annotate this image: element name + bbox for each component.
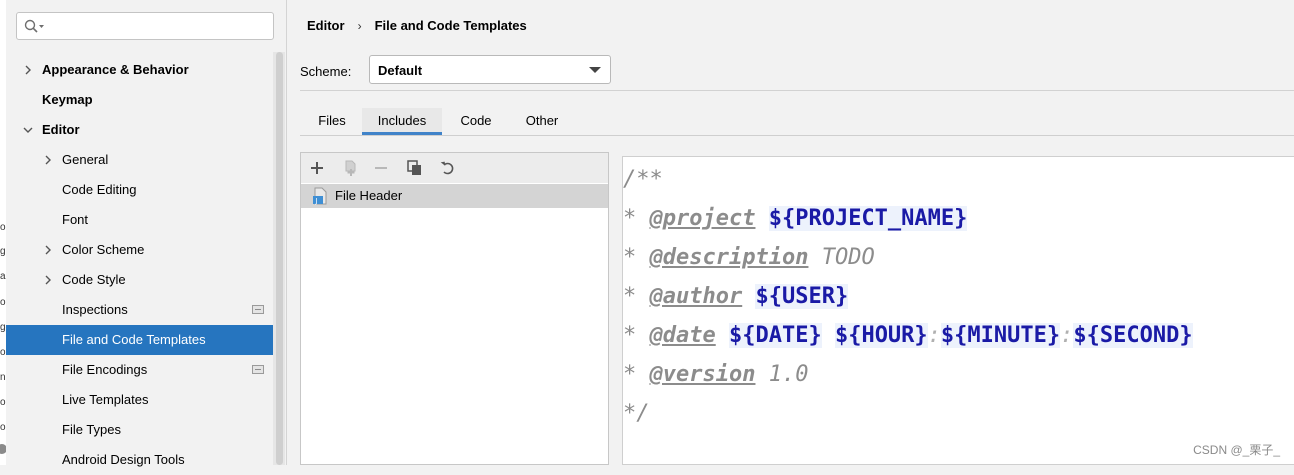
chevron-down-icon[interactable] bbox=[22, 115, 34, 145]
scheme-value: Default bbox=[378, 63, 423, 78]
tab-other[interactable]: Other bbox=[512, 108, 572, 135]
sidebar-scrollbar-thumb[interactable] bbox=[276, 52, 283, 465]
sidebar-item-file-encodings[interactable]: File Encodings bbox=[6, 355, 273, 385]
sidebar-item-label: Color Scheme bbox=[62, 242, 145, 257]
sidebar-item-label: General bbox=[62, 152, 109, 167]
sidebar-item-appearance-behavior[interactable]: Appearance & Behavior bbox=[6, 55, 273, 85]
tab-includes[interactable]: Includes bbox=[362, 108, 442, 135]
watermark: CSDN @_栗子_ bbox=[1193, 443, 1280, 457]
sidebar-scrollbar[interactable] bbox=[273, 52, 285, 465]
version-tag: @version bbox=[649, 362, 756, 387]
list-item-label: File Header bbox=[335, 188, 403, 203]
sidebar-item-label: Live Templates bbox=[62, 392, 149, 407]
sidebar-item-keymap[interactable]: Keymap bbox=[6, 85, 273, 115]
sidebar-item-label: Android Design Tools bbox=[62, 452, 185, 467]
project-scope-icon bbox=[252, 365, 264, 374]
sidebar-item-label: Code Style bbox=[62, 272, 126, 287]
sidebar-item-file-and-code-templates[interactable]: File and Code Templates bbox=[6, 325, 273, 355]
author-tag: @author bbox=[649, 284, 743, 309]
sidebar-item-label: File Types bbox=[62, 422, 122, 437]
comment-open: /** bbox=[623, 167, 663, 192]
chevron-right-icon[interactable] bbox=[42, 145, 54, 175]
svg-text:J: J bbox=[315, 197, 318, 205]
sidebar-item-android-design-tools[interactable]: Android Design Tools bbox=[6, 445, 273, 475]
scheme-dropdown[interactable]: Default bbox=[369, 55, 611, 84]
dropdown-arrow-icon bbox=[589, 67, 601, 73]
sidebar-item-label: File and Code Templates bbox=[62, 332, 206, 347]
divider bbox=[300, 90, 1294, 91]
time-separator: : bbox=[1060, 323, 1074, 348]
chevron-right-icon[interactable] bbox=[42, 235, 54, 265]
time-separator: : bbox=[927, 323, 941, 348]
tab-code[interactable]: Code bbox=[450, 108, 502, 135]
add-icon[interactable] bbox=[307, 158, 327, 178]
chevron-right-icon[interactable] bbox=[22, 55, 34, 85]
description-tag: @description bbox=[649, 245, 809, 270]
sidebar-item-label: Keymap bbox=[42, 92, 93, 107]
date-tag: @date bbox=[649, 323, 716, 348]
sidebar-item-inspections[interactable]: Inspections bbox=[6, 295, 273, 325]
remove-icon[interactable] bbox=[371, 158, 391, 178]
comment-close: */ bbox=[623, 401, 650, 426]
project-tag: @project bbox=[649, 206, 756, 231]
comment-star: * bbox=[623, 245, 637, 270]
sidebar-item-label: Inspections bbox=[62, 302, 128, 317]
list-item[interactable]: J File Header bbox=[301, 184, 608, 208]
search-icon bbox=[24, 19, 44, 33]
breadcrumb-parent[interactable]: Editor bbox=[307, 18, 345, 33]
sidebar-item-label: Font bbox=[62, 212, 89, 227]
comment-star: * bbox=[623, 362, 637, 387]
comment-star: * bbox=[623, 323, 637, 348]
project-scope-icon bbox=[252, 305, 264, 314]
settings-tree: Appearance & Behavior Keymap Editor General… bbox=[6, 55, 273, 475]
sidebar-item-color-scheme[interactable]: Color Scheme bbox=[6, 235, 273, 265]
minute-variable: ${MINUTE} bbox=[940, 323, 1061, 348]
scheme-label: Scheme: bbox=[300, 64, 352, 79]
sidebar-item-live-templates[interactable]: Live Templates bbox=[6, 385, 273, 415]
sidebar-item-code-style[interactable]: Code Style bbox=[6, 265, 273, 295]
breadcrumb: Editor › File and Code Templates bbox=[307, 18, 527, 33]
java-file-icon: J bbox=[313, 187, 327, 205]
settings-sidebar: Appearance & Behavior Keymap Editor General… bbox=[6, 0, 287, 467]
template-tabs: Files Includes Code Other bbox=[300, 108, 1294, 136]
project-name-variable: ${PROJECT_NAME} bbox=[768, 206, 968, 231]
template-editor[interactable]: /** * @project ${PROJECT_NAME} * @descri… bbox=[622, 156, 1294, 465]
list-toolbar bbox=[301, 153, 608, 183]
comment-star: * bbox=[623, 206, 637, 231]
sidebar-item-font[interactable]: Font bbox=[6, 205, 273, 235]
user-variable: ${USER} bbox=[755, 284, 849, 309]
sidebar-item-label: Appearance & Behavior bbox=[42, 62, 189, 77]
description-value: TODO bbox=[821, 245, 875, 270]
breadcrumb-separator-icon: › bbox=[357, 18, 362, 33]
sidebar-item-general[interactable]: General bbox=[6, 145, 273, 175]
sidebar-item-editor[interactable]: Editor bbox=[6, 115, 273, 145]
chevron-right-icon[interactable] bbox=[42, 265, 54, 295]
sidebar-item-code-editing[interactable]: Code Editing bbox=[6, 175, 273, 205]
second-variable: ${SECOND} bbox=[1073, 323, 1193, 348]
comment-star: * bbox=[623, 284, 637, 309]
sidebar-item-label: File Encodings bbox=[62, 362, 148, 377]
sidebar-item-file-types[interactable]: File Types bbox=[6, 415, 273, 445]
sidebar-item-label: Editor bbox=[42, 122, 80, 137]
template-list-panel: J File Header bbox=[300, 152, 609, 465]
version-value: 1.0 bbox=[768, 362, 809, 387]
reset-icon[interactable] bbox=[438, 158, 458, 178]
date-variable: ${DATE} bbox=[728, 323, 822, 348]
sidebar-item-label: Code Editing bbox=[62, 182, 137, 197]
settings-search-input[interactable] bbox=[16, 12, 274, 40]
copy-template-icon[interactable] bbox=[341, 158, 361, 178]
breadcrumb-current: File and Code Templates bbox=[374, 18, 527, 33]
duplicate-icon[interactable] bbox=[405, 158, 425, 178]
hour-variable: ${HOUR} bbox=[834, 323, 928, 348]
tab-files[interactable]: Files bbox=[308, 108, 356, 135]
